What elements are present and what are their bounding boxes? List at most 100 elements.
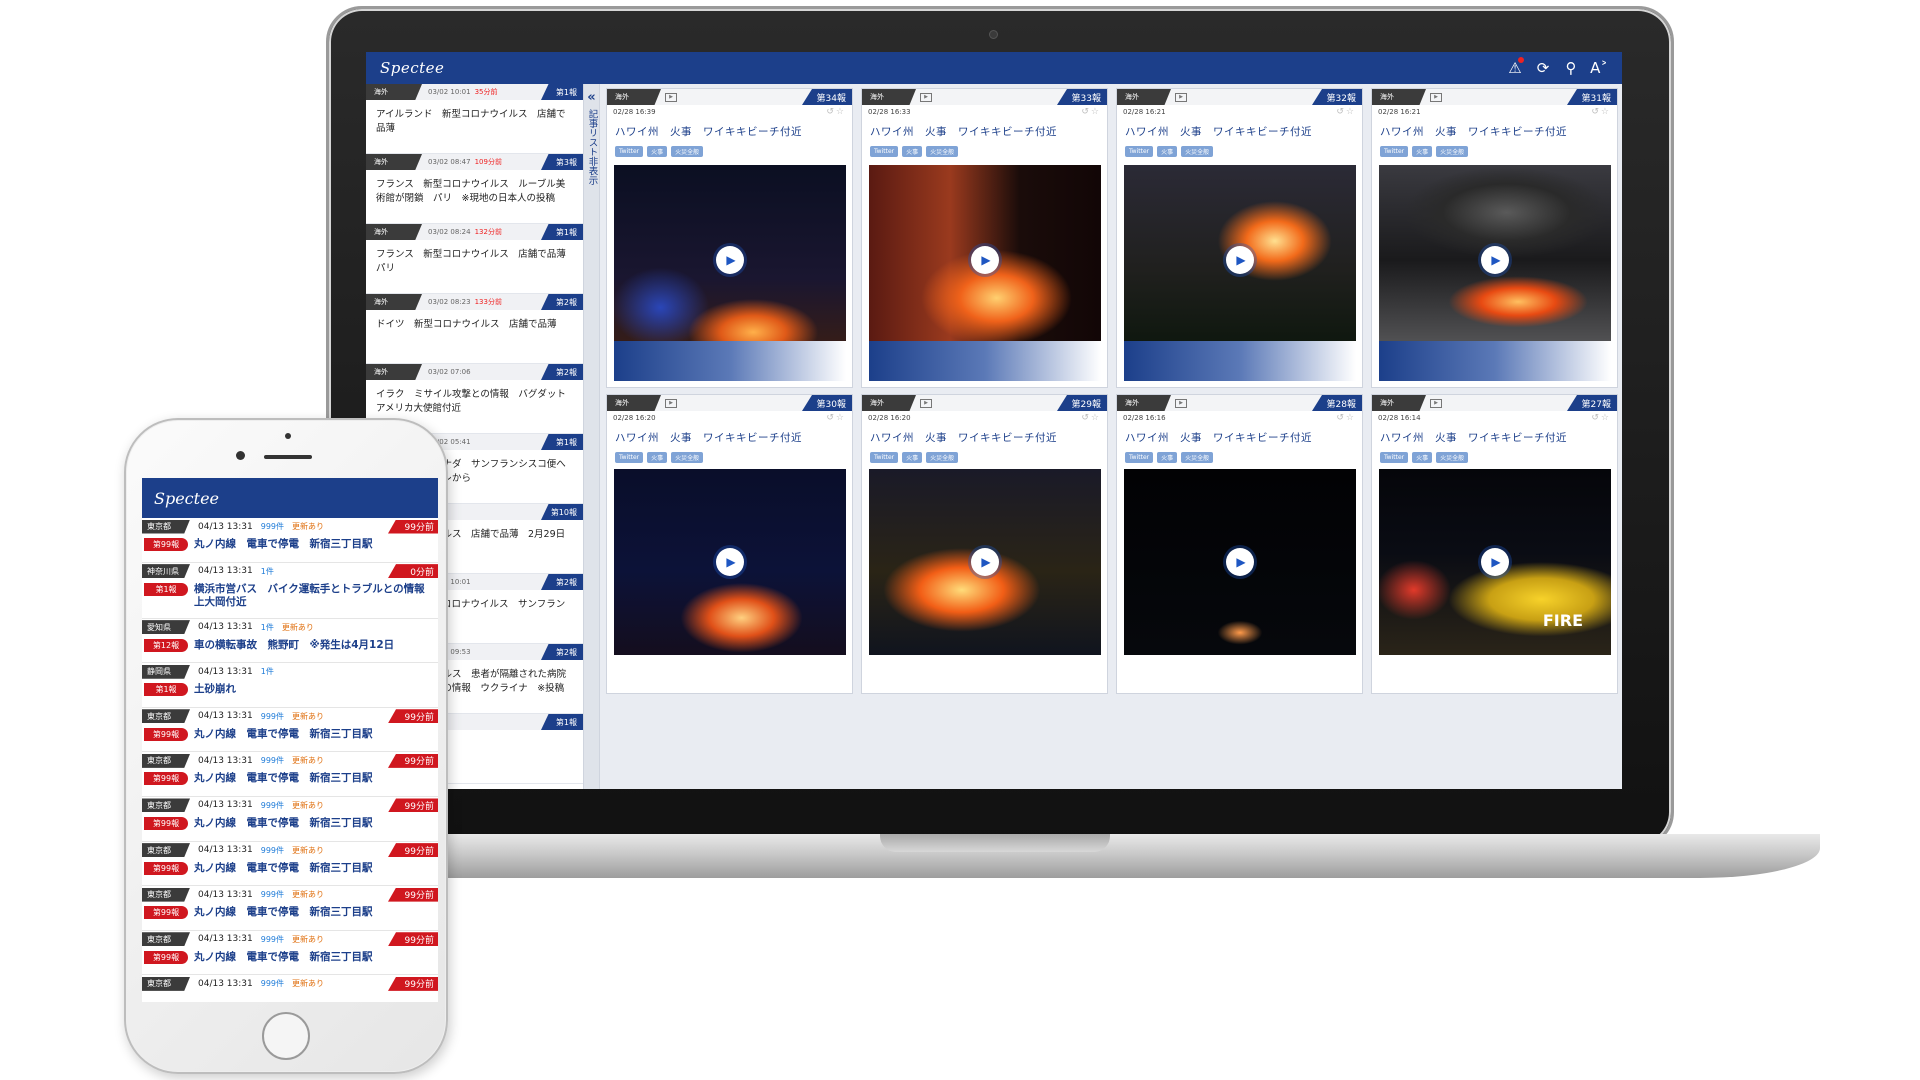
play-icon[interactable]: ▶ — [716, 548, 744, 576]
mobile-news-item[interactable]: 愛知県 04/13 13:31 1件 更新あり 第12報 車の横転事故 熊野町 ※発生は4… — [142, 619, 438, 664]
mobile-news-item[interactable]: 東京都 04/13 13:31 999件 更新あり 99分前 第99報 丸ノ内線 電車で停電… — [142, 931, 438, 976]
card-video-thumbnail[interactable]: ▶ — [1379, 165, 1611, 355]
time-ago-badge: 99分前 — [388, 976, 438, 991]
tag-chip[interactable]: Twitter — [1380, 452, 1409, 463]
news-card[interactable]: 海外 ▶ 第28報 02/28 16:16 ↺☆ ハワイ州 火事 ワイキキビーチ付近 Twi… — [1116, 394, 1363, 694]
tag-chip[interactable]: 火事 — [1157, 146, 1178, 157]
article-ago: 133分前 — [474, 298, 502, 306]
tag-chip[interactable]: Twitter — [615, 146, 644, 157]
card-video-thumbnail[interactable]: ▶ — [1124, 165, 1356, 355]
time-ago-badge: 99分前 — [388, 887, 438, 902]
report-number-badge: 第2報 — [541, 644, 583, 660]
font-size-icon[interactable]: A˃ — [1590, 59, 1608, 77]
card-video-thumbnail[interactable]: ▶ — [869, 165, 1101, 355]
card-footer-bar — [1379, 341, 1611, 381]
item-body: 第99報 丸ノ内線 電車で停電 新宿三丁目駅 — [142, 769, 438, 786]
news-card[interactable]: 海外 ▶ 第31報 02/28 16:21 ↺☆ ハワイ州 火事 ワイキキビーチ付近 Twi… — [1371, 88, 1618, 388]
card-video-thumbnail[interactable]: ▶ — [869, 469, 1101, 655]
article-list-item[interactable]: 海外 03/02 08:47 109分前 第3報 フランス 新型コロナウイルス ルーブル… — [366, 154, 583, 224]
report-number-badge: 第99報 — [144, 816, 188, 830]
tag-chip[interactable]: 火災全般 — [1436, 146, 1469, 157]
tag-chip[interactable]: Twitter — [615, 452, 644, 463]
brand-logo: Spectee — [380, 59, 445, 77]
mobile-news-item[interactable]: 静岡県 04/13 13:31 1件 第1報 土砂崩れ — [142, 663, 438, 708]
desktop-app-screen: Spectee ⚠ ⟳ ⚲ A˃ 海外 03/02 10:01 35分前 第1報 アイル… — [366, 52, 1622, 789]
article-list-item[interactable]: 海外 03/02 10:01 35分前 第1報 アイルランド 新型コロナウイルス 店舗で… — [366, 84, 583, 154]
post-count: 999件 — [260, 890, 285, 900]
search-icon[interactable]: ⚲ — [1562, 59, 1580, 77]
tag-chip[interactable]: 火災全般 — [1181, 452, 1214, 463]
refresh-icon[interactable]: ⟳ — [1534, 59, 1552, 77]
tag-chip[interactable]: 火事 — [1412, 452, 1433, 463]
play-icon[interactable]: ▶ — [971, 548, 999, 576]
card-header: 海外 ▶ 第34報 — [607, 89, 852, 105]
star-icon[interactable]: ↺☆ — [1081, 107, 1101, 117]
card-header: 海外 ▶ 第28報 — [1117, 395, 1362, 411]
report-number-badge: 第1報 — [144, 582, 188, 596]
mobile-news-item[interactable]: 神奈川県 04/13 13:31 1件 0分前 第1報 横浜市営バス バイク運転手とトラブ… — [142, 563, 438, 619]
mobile-news-item[interactable]: 東京都 04/13 13:31 999件 更新あり 99分前 第99報 丸ノ内線 電車で停電… — [142, 797, 438, 842]
tag-chip[interactable]: Twitter — [1125, 146, 1154, 157]
mobile-news-item[interactable]: 東京都 04/13 13:31 999件 更新あり 99分前 第99報 丸ノ内線 電車で停電… — [142, 842, 438, 887]
play-icon[interactable]: ▶ — [1226, 246, 1254, 274]
item-meta: 東京都 04/13 13:31 999件 更新あり 99分前 — [142, 842, 438, 859]
video-icon: ▶ — [1430, 92, 1442, 102]
article-list-item[interactable]: 海外 03/02 08:23 133分前 第2報 ドイツ 新型コロナウイルス 店舗で品薄 — [366, 294, 583, 364]
report-number-badge: 第2報 — [541, 364, 583, 380]
card-footer-bar — [1124, 341, 1356, 381]
mobile-news-item[interactable]: 東京都 04/13 13:31 999件 更新あり 99分前 — [142, 975, 438, 1002]
news-card[interactable]: 海外 ▶ 第32報 02/28 16:21 ↺☆ ハワイ州 火事 ワイキキビーチ付近 Twi… — [1116, 88, 1363, 388]
card-video-thumbnail[interactable]: ▶ — [614, 165, 846, 355]
play-icon[interactable]: ▶ — [1481, 246, 1509, 274]
article-list-toggle[interactable]: « 記事リスト非表示 — [584, 84, 600, 789]
card-video-thumbnail[interactable]: ▶ — [1124, 469, 1356, 655]
mobile-news-item[interactable]: 東京都 04/13 13:31 999件 更新あり 99分前 第99報 丸ノ内線 電車で停電… — [142, 752, 438, 797]
star-icon[interactable]: ↺☆ — [1336, 107, 1356, 117]
article-list-item[interactable]: 海外 03/02 08:24 132分前 第1報 フランス 新型コロナウイルス 店舗で品… — [366, 224, 583, 294]
mobile-news-item[interactable]: 東京都 04/13 13:31 999件 更新あり 99分前 第99報 丸ノ内線 電車で停電… — [142, 708, 438, 753]
item-body: 第1報 土砂崩れ — [142, 680, 438, 697]
tag-chip[interactable]: Twitter — [1125, 452, 1154, 463]
news-card[interactable]: 海外 ▶ 第33報 02/28 16:33 ↺☆ ハワイ州 火事 ワイキキビーチ付近 Twi… — [861, 88, 1108, 388]
news-card[interactable]: 海外 ▶ 第27報 02/28 16:14 ↺☆ ハワイ州 火事 ワイキキビーチ付近 Twi… — [1371, 394, 1618, 694]
region-badge: 愛知県 — [142, 620, 190, 635]
region-badge: 東京都 — [142, 932, 190, 947]
news-card[interactable]: 海外 ▶ 第30報 02/28 16:20 ↺☆ ハワイ州 火事 ワイキキビーチ付近 Twi… — [606, 394, 853, 694]
play-icon[interactable]: ▶ — [716, 246, 744, 274]
tag-chip[interactable]: 火災全般 — [1181, 146, 1214, 157]
tag-chip[interactable]: 火災全般 — [671, 146, 704, 157]
home-button[interactable] — [262, 1012, 310, 1060]
star-icon[interactable]: ↺☆ — [1591, 107, 1611, 117]
tag-chip[interactable]: 火事 — [902, 452, 923, 463]
star-icon[interactable]: ↺☆ — [1081, 413, 1101, 423]
tag-chip[interactable]: Twitter — [870, 146, 899, 157]
tag-chip[interactable]: Twitter — [870, 452, 899, 463]
tag-chip[interactable]: Twitter — [1380, 146, 1409, 157]
star-icon[interactable]: ↺☆ — [826, 107, 846, 117]
tag-chip[interactable]: 火事 — [902, 146, 923, 157]
news-card[interactable]: 海外 ▶ 第34報 02/28 16:39 ↺☆ ハワイ州 火事 ワイキキビーチ付近 Twi… — [606, 88, 853, 388]
mobile-news-item[interactable]: 東京都 04/13 13:31 999件 更新あり 99分前 第99報 丸ノ内線 電車で停電… — [142, 518, 438, 563]
item-meta: 静岡県 04/13 13:31 1件 — [142, 663, 438, 680]
play-icon[interactable]: ▶ — [1226, 548, 1254, 576]
tag-chip[interactable]: 火災全般 — [1436, 452, 1469, 463]
tag-chip[interactable]: 火災全般 — [671, 452, 704, 463]
news-card[interactable]: 海外 ▶ 第29報 02/28 16:20 ↺☆ ハワイ州 火事 ワイキキビーチ付近 Twi… — [861, 394, 1108, 694]
tag-chip[interactable]: 火災全般 — [926, 452, 959, 463]
card-video-thumbnail[interactable]: ▶ — [614, 469, 846, 655]
tag-chip[interactable]: 火事 — [647, 146, 668, 157]
play-icon[interactable]: ▶ — [971, 246, 999, 274]
bell-icon[interactable]: ⚠ — [1506, 57, 1524, 77]
card-video-thumbnail[interactable]: FIRE ▶ — [1379, 469, 1611, 655]
star-icon[interactable]: ↺☆ — [826, 413, 846, 423]
region-badge: 海外 — [607, 89, 661, 105]
mobile-news-item[interactable]: 東京都 04/13 13:31 999件 更新あり 99分前 第99報 丸ノ内線 電車で停電… — [142, 886, 438, 931]
tag-chip[interactable]: 火事 — [647, 452, 668, 463]
tag-chip[interactable]: 火事 — [1157, 452, 1178, 463]
play-icon[interactable]: ▶ — [1481, 548, 1509, 576]
star-icon[interactable]: ↺☆ — [1591, 413, 1611, 423]
tag-chip[interactable]: 火事 — [1412, 146, 1433, 157]
updated-label: 更新あり — [292, 800, 325, 810]
tag-chip[interactable]: 火災全般 — [926, 146, 959, 157]
star-icon[interactable]: ↺☆ — [1336, 413, 1356, 423]
